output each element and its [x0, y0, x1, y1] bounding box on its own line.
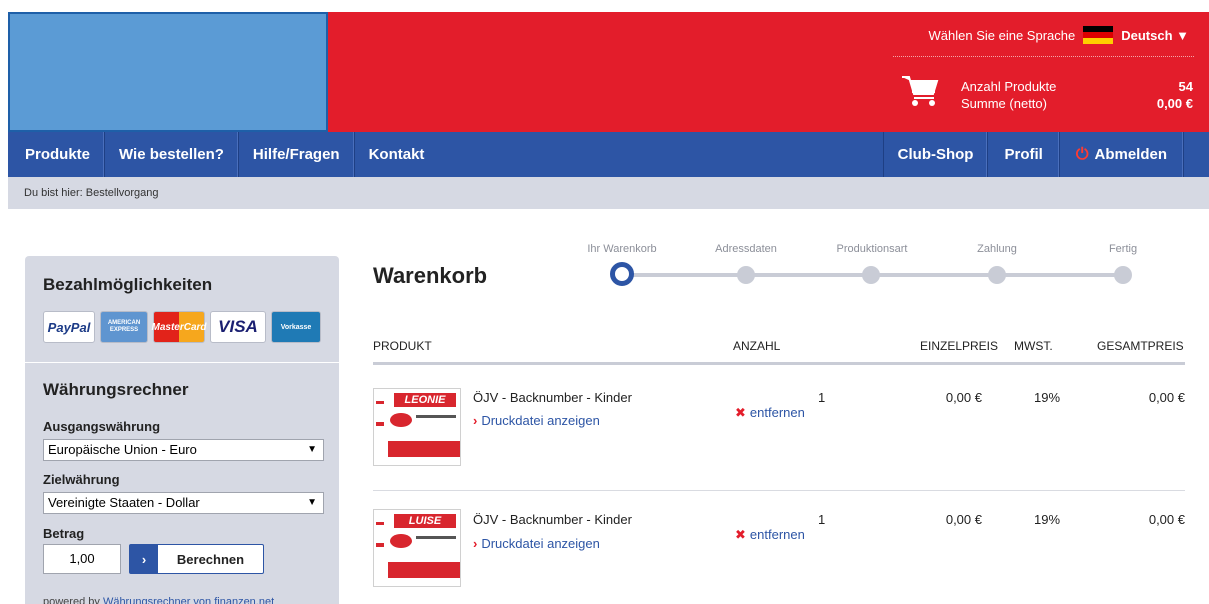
language-selector[interactable]: Wählen Sie eine Sprache Deutsch ▼	[929, 26, 1189, 44]
powered-by: powered by Währungsrechner von finanzen.…	[43, 596, 274, 604]
chevron-right-icon: ›	[473, 536, 478, 551]
col-header-total: GESAMTPREIS	[1097, 339, 1184, 353]
calculate-button-label: Berechnen	[176, 551, 245, 567]
cart-summary-labels: Anzahl Produkte Summe (netto)	[961, 78, 1056, 112]
col-header-product: PRODUKT	[373, 339, 432, 353]
dropdown-caret-icon: ▼	[307, 444, 317, 455]
show-print-file-label: Druckdatei anzeigen	[481, 536, 600, 551]
step-dot-address	[737, 266, 755, 284]
target-currency-value: Vereinigte Staaten - Dollar	[48, 495, 200, 510]
show-print-file-label: Druckdatei anzeigen	[481, 413, 600, 428]
step-label-cart: Ihr Warenkorb	[587, 243, 657, 255]
language-prompt: Wählen Sie eine Sprache	[928, 27, 1076, 43]
product-thumbnail[interactable]: LUISE	[373, 509, 461, 587]
total-price: 0,00 €	[1148, 512, 1185, 527]
col-header-quantity: ANZAHL	[733, 339, 781, 353]
logo-placeholder[interactable]	[8, 12, 328, 132]
mastercard-logo: MasterCard	[151, 311, 207, 343]
vorkasse-logo: Vorkasse	[271, 311, 321, 343]
step-dot-production	[862, 266, 880, 284]
paypal-logo: PayPal	[43, 311, 95, 343]
nav-item-kontakt[interactable]: Kontakt	[355, 132, 439, 177]
nav-item-abmelden[interactable]: ⏻ Abmelden	[1060, 132, 1184, 177]
breadcrumb: Du bist hier: Bestellvorgang	[24, 187, 159, 199]
nav-item-produkte[interactable]: Produkte	[8, 132, 106, 177]
show-print-file-link[interactable]: › Druckdatei anzeigen	[473, 536, 600, 551]
product-quantity: 1	[818, 390, 826, 405]
finanzen-link[interactable]: Währungsrechner von finanzen.net	[103, 596, 274, 604]
remove-label: entfernen	[749, 405, 805, 420]
total-price: 0,00 €	[1148, 390, 1185, 405]
target-currency-label: Zielwährung	[43, 472, 120, 487]
power-icon: ⏻	[1075, 146, 1089, 163]
remove-item-button[interactable]: ✖ entfernen	[735, 405, 805, 421]
dropdown-caret-icon: ▼	[307, 497, 317, 508]
step-label-address: Adressdaten	[715, 243, 777, 255]
step-label-done: Fertig	[1108, 243, 1138, 255]
header-divider	[893, 56, 1194, 57]
source-currency-value: Europäische Union - Euro	[48, 442, 197, 457]
cart-summary-values: 54 0,00 €	[1157, 78, 1193, 112]
source-currency-select[interactable]: Europäische Union - Euro ▼	[43, 439, 324, 461]
col-header-vat: MWST.	[1014, 339, 1053, 353]
amount-input[interactable]: 1,00	[43, 544, 121, 574]
language-current[interactable]: Deutsch ▼	[1121, 28, 1189, 43]
payment-title: Bezahlmöglichkeiten	[43, 275, 213, 294]
sidebar: Bezahlmöglichkeiten PayPal AMERICAN EXPR…	[25, 256, 339, 604]
nav-item-profil[interactable]: Profil	[988, 132, 1060, 177]
product-quantity: 1	[818, 512, 826, 527]
product-name: ÖJV - Backnumber - Kinder	[473, 512, 632, 527]
step-label-production: Produktionsart	[836, 243, 908, 255]
vat-rate: 19%	[1034, 512, 1061, 527]
sidebar-divider	[25, 362, 339, 363]
german-flag-icon	[1083, 26, 1114, 44]
visa-logo: VISA	[210, 311, 266, 343]
nav-item-club-shop[interactable]: Club-Shop	[882, 132, 989, 177]
nav-item-wie-bestellen[interactable]: Wie bestellen?	[105, 132, 239, 177]
thumbnail-name: LEONIE	[394, 393, 456, 407]
remove-label: entfernen	[749, 527, 805, 542]
cart-sum-value: 0,00 €	[1156, 96, 1193, 111]
chevron-right-icon: ›	[473, 413, 478, 428]
product-name: ÖJV - Backnumber - Kinder	[473, 390, 632, 405]
calculate-button[interactable]: › Berechnen	[129, 544, 264, 574]
amex-logo: AMERICAN EXPRESS	[100, 311, 148, 343]
cart-products-label: Anzahl Produkte	[961, 79, 1057, 94]
nav-item-hilfe[interactable]: Hilfe/Fragen	[239, 132, 355, 177]
chevron-right-icon: ›	[130, 545, 158, 573]
vat-rate: 19%	[1034, 390, 1061, 405]
step-dot-payment	[988, 266, 1006, 284]
remove-item-button[interactable]: ✖ entfernen	[735, 527, 805, 543]
step-dot-done	[1114, 266, 1132, 284]
row-divider	[373, 490, 1185, 491]
target-currency-select[interactable]: Vereinigte Staaten - Dollar ▼	[43, 492, 324, 514]
converter-title: Währungsrechner	[43, 380, 189, 399]
unit-price: 0,00 €	[945, 512, 982, 527]
site-header: Wählen Sie eine Sprache Deutsch ▼ Anzahl…	[8, 12, 1209, 132]
source-currency-label: Ausgangswährung	[43, 419, 161, 434]
step-dot-cart	[610, 262, 634, 286]
close-icon: ✖	[735, 527, 746, 542]
nav-item-abmelden-label: Abmelden	[1094, 146, 1167, 163]
amount-label: Betrag	[43, 526, 85, 541]
cart-products-count: 54	[1178, 79, 1193, 94]
step-label-payment: Zahlung	[977, 243, 1017, 255]
cart-icon[interactable]	[901, 72, 939, 108]
thumbnail-name: LUISE	[394, 514, 456, 528]
table-header-divider	[373, 362, 1185, 365]
show-print-file-link[interactable]: › Druckdatei anzeigen	[473, 413, 600, 428]
cart-sum-label: Summe (netto)	[961, 96, 1047, 111]
main-nav: Produkte Wie bestellen? Hilfe/Fragen Kon…	[8, 132, 1209, 177]
powered-by-prefix: powered by	[43, 596, 100, 604]
product-thumbnail[interactable]: LEONIE	[373, 388, 461, 466]
page-title: Warenkorb	[373, 263, 488, 288]
breadcrumb-bar: Du bist hier: Bestellvorgang	[8, 177, 1209, 209]
payment-methods: PayPal AMERICAN EXPRESS MasterCard VISA …	[43, 311, 321, 343]
col-header-unit-price: EINZELPREIS	[920, 339, 999, 353]
unit-price: 0,00 €	[945, 390, 982, 405]
close-icon: ✖	[735, 405, 746, 420]
